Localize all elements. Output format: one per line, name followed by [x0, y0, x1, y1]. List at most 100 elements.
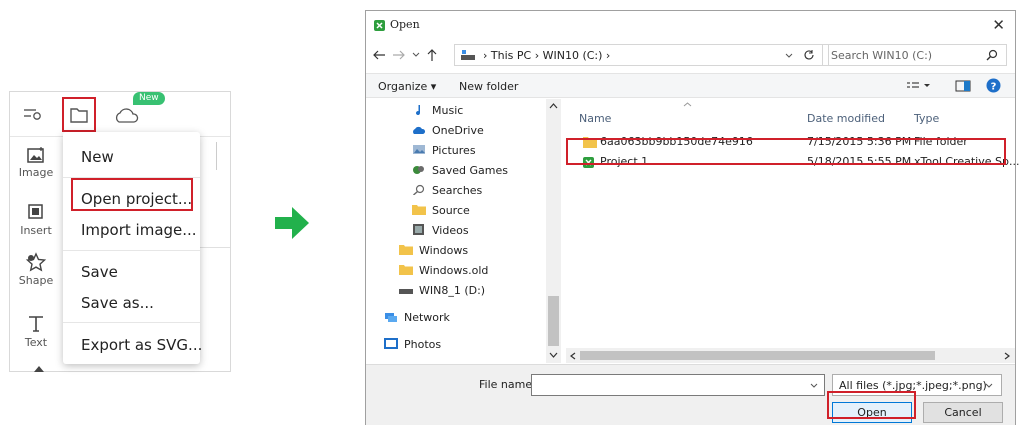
- scroll-right-icon[interactable]: [1004, 352, 1010, 360]
- search-placeholder: Search WIN10 (C:): [831, 49, 933, 62]
- breadcrumb-this-pc[interactable]: This PC: [491, 49, 531, 62]
- shape-tool[interactable]: Shape: [10, 252, 62, 287]
- address-dropdown-icon[interactable]: [785, 52, 793, 60]
- view-options-icon[interactable]: [906, 80, 932, 92]
- menu-divider: [63, 250, 200, 251]
- menu-icon[interactable]: [22, 106, 44, 122]
- nav-item[interactable]: OneDrive: [412, 122, 484, 140]
- text-tool[interactable]: Text: [10, 314, 62, 349]
- menu-item-save[interactable]: Save: [81, 263, 118, 281]
- preview-pane-icon[interactable]: [955, 80, 971, 92]
- open-folder-button[interactable]: [62, 97, 96, 132]
- cloud-icon: [413, 126, 426, 134]
- games-icon: [413, 166, 424, 174]
- menu-item-export-svg[interactable]: Export as SVG...: [81, 336, 202, 354]
- network-icon: [385, 313, 397, 322]
- chevron-down-icon: [985, 383, 993, 388]
- scroll-up-icon[interactable]: [549, 103, 558, 109]
- nav-item-label: Source: [432, 204, 470, 217]
- file-name-field[interactable]: [531, 374, 825, 396]
- menu-item-import-image[interactable]: Import image...: [81, 221, 197, 239]
- open-dialog: Open ✕ › This PC › WIN10 (C:) › Search W…: [365, 10, 1019, 425]
- navigation-pane: Music OneDrive Pictures Saved Games Searches…: [366, 99, 556, 363]
- cancel-button-label: Cancel: [944, 406, 982, 419]
- nav-item-label: Pictures: [432, 144, 476, 157]
- menu-item-save-as[interactable]: Save as...: [81, 294, 154, 312]
- nav-item[interactable]: Pictures: [412, 142, 476, 160]
- refresh-icon[interactable]: [803, 49, 815, 61]
- nav-item[interactable]: Saved Games: [412, 162, 508, 180]
- cancel-button[interactable]: Cancel: [923, 402, 1003, 423]
- nav-scroll-thumb[interactable]: [548, 296, 559, 346]
- open-project-highlight: [71, 178, 193, 211]
- organize-button[interactable]: Organize ▾: [378, 80, 436, 93]
- nav-item-label: WIN8_1 (D:): [419, 284, 486, 297]
- address-bar[interactable]: › This PC › WIN10 (C:) ›: [454, 44, 829, 66]
- nav-item[interactable]: WIN8_1 (D:): [399, 282, 485, 300]
- search-icon: [413, 184, 425, 195]
- file-hscroll-thumb[interactable]: [580, 351, 935, 360]
- photos-icon: [384, 338, 398, 349]
- music-icon: [416, 105, 421, 115]
- back-icon[interactable]: [372, 49, 386, 61]
- column-name[interactable]: Name: [579, 112, 611, 125]
- recent-chevron-icon[interactable]: [412, 51, 420, 59]
- pictures-icon: [413, 145, 425, 154]
- nav-item-label: Saved Games: [432, 164, 508, 177]
- text-icon: [29, 316, 43, 332]
- nav-item-label: Network: [404, 311, 450, 324]
- image-tool[interactable]: Image: [10, 146, 62, 179]
- menu-item-new[interactable]: New: [81, 148, 114, 166]
- column-date-modified[interactable]: Date modified: [807, 112, 885, 125]
- address-row: › This PC › WIN10 (C:) › Search WIN10 (C…: [366, 43, 1015, 69]
- search-input[interactable]: Search WIN10 (C:): [822, 44, 1007, 66]
- menu-divider: [63, 322, 200, 323]
- column-type[interactable]: Type: [914, 112, 939, 125]
- nav-item[interactable]: Windows.old: [399, 262, 488, 280]
- image-icon: [27, 147, 44, 163]
- nav-item[interactable]: Network: [384, 309, 450, 327]
- dialog-toolbar: Organize ▾ New folder ?: [366, 73, 1015, 98]
- search-icon: [986, 49, 998, 61]
- dialog-bottom-bar: File name: All files (*.jpg;*.jpeg;*.png…: [366, 364, 1015, 425]
- pc-icon: [461, 50, 475, 60]
- insert-tool-label: Insert: [20, 224, 52, 237]
- canvas-ruler: [210, 142, 230, 182]
- nav-item-label: Music: [432, 104, 464, 117]
- nav-item[interactable]: Music: [412, 102, 463, 120]
- svg-text:?: ?: [991, 82, 997, 93]
- open-button-highlight: [827, 391, 916, 419]
- sort-up-icon: [683, 102, 692, 107]
- help-icon[interactable]: ?: [986, 78, 1001, 93]
- videos-icon: [413, 224, 424, 235]
- nav-item[interactable]: Videos: [412, 222, 469, 240]
- nav-item-label: Photos: [404, 338, 442, 351]
- drive-icon: [399, 289, 413, 294]
- insert-icon: [28, 204, 43, 219]
- text-tool-label: Text: [24, 336, 48, 349]
- breadcrumb-win10[interactable]: WIN10 (C:): [543, 49, 603, 62]
- up-icon[interactable]: [426, 48, 438, 62]
- nav-item-label: Videos: [432, 224, 469, 237]
- insert-tool[interactable]: Insert: [10, 202, 62, 237]
- new-folder-button[interactable]: New folder: [459, 80, 518, 93]
- cloud-icon[interactable]: [114, 104, 140, 126]
- file-name-label: File name:: [479, 378, 536, 391]
- forward-icon[interactable]: [392, 49, 406, 61]
- arrow-right-icon: [275, 207, 309, 239]
- nav-item[interactable]: Windows: [399, 242, 468, 260]
- file-dropdown-menu: New Open project... Import image... Save…: [63, 132, 202, 364]
- nav-item-label: Windows.old: [419, 264, 489, 277]
- nav-item[interactable]: Photos: [384, 336, 441, 354]
- nav-item-label: OneDrive: [432, 124, 484, 137]
- nav-item[interactable]: Source: [412, 202, 470, 220]
- dialog-title-bar: Open ✕: [366, 11, 1015, 39]
- nav-item[interactable]: Searches: [412, 182, 482, 200]
- close-icon[interactable]: ✕: [992, 16, 1005, 34]
- chevron-down-icon[interactable]: [810, 382, 818, 390]
- more-tool-icon: [34, 366, 44, 372]
- scroll-left-icon[interactable]: [570, 352, 576, 360]
- breadcrumb: › This PC › WIN10 (C:) ›: [483, 49, 611, 62]
- app-top-bar: New: [10, 92, 230, 137]
- scroll-down-icon[interactable]: [549, 352, 558, 358]
